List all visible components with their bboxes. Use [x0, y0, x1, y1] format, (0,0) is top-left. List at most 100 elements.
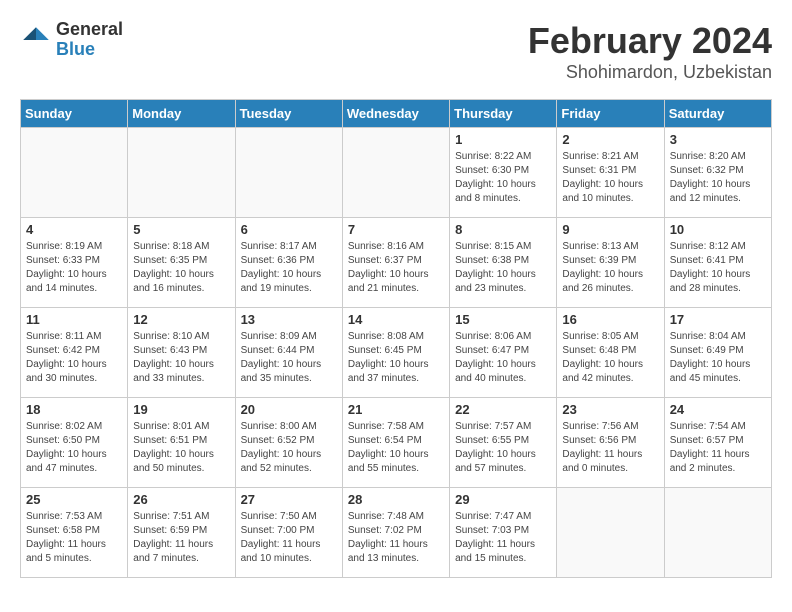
calendar-cell: 25Sunrise: 7:53 AM Sunset: 6:58 PM Dayli… [21, 488, 128, 578]
day-number: 20 [241, 402, 337, 417]
day-number: 1 [455, 132, 551, 147]
day-number: 7 [348, 222, 444, 237]
day-number: 16 [562, 312, 658, 327]
location: Shohimardon, Uzbekistan [528, 62, 772, 83]
day-info: Sunrise: 7:50 AM Sunset: 7:00 PM Dayligh… [241, 510, 337, 566]
day-number: 25 [26, 492, 122, 507]
day-info: Sunrise: 8:15 AM Sunset: 6:38 PM Dayligh… [455, 240, 551, 296]
day-number: 5 [133, 222, 229, 237]
calendar-cell: 22 Sunrise: 7:57 AM Sunset: 6:55 PM Dayli… [450, 398, 557, 488]
calendar-cell: 29Sunrise: 7:47 AM Sunset: 7:03 PM Dayli… [450, 488, 557, 578]
header-monday: Monday [128, 100, 235, 128]
calendar-cell: 15 Sunrise: 8:06 AM Sunset: 6:47 PM Dayli… [450, 308, 557, 398]
day-info: Sunrise: 8:12 AM Sunset: 6:41 PM Dayligh… [670, 240, 766, 296]
header-tuesday: Tuesday [235, 100, 342, 128]
logo-icon [20, 24, 52, 56]
week-row-2: 4Sunrise: 8:19 AM Sunset: 6:33 PM Daylig… [21, 218, 772, 308]
logo: General Blue [20, 20, 123, 60]
day-info: Sunrise: 8:01 AM Sunset: 6:51 PM Dayligh… [133, 420, 229, 476]
day-info: Sunrise: 8:04 AM Sunset: 6:49 PM Dayligh… [670, 330, 766, 386]
calendar-cell [557, 488, 664, 578]
day-info: Sunrise: 8:09 AM Sunset: 6:44 PM Dayligh… [241, 330, 337, 386]
day-number: 26 [133, 492, 229, 507]
day-number: 23 [562, 402, 658, 417]
calendar-cell: 28 Sunrise: 7:48 AM Sunset: 7:02 PM Dayli… [342, 488, 449, 578]
week-row-5: 25Sunrise: 7:53 AM Sunset: 6:58 PM Dayli… [21, 488, 772, 578]
day-info: Sunrise: 8:06 AM Sunset: 6:47 PM Dayligh… [455, 330, 551, 386]
calendar-cell [664, 488, 771, 578]
day-info: Sunrise: 8:17 AM Sunset: 6:36 PM Dayligh… [241, 240, 337, 296]
day-number: 9 [562, 222, 658, 237]
calendar-cell: 17Sunrise: 8:04 AM Sunset: 6:49 PM Dayli… [664, 308, 771, 398]
day-number: 10 [670, 222, 766, 237]
day-info: Sunrise: 8:08 AM Sunset: 6:45 PM Dayligh… [348, 330, 444, 386]
logo-text: General Blue [56, 20, 123, 60]
day-info: Sunrise: 8:21 AM Sunset: 6:31 PM Dayligh… [562, 150, 658, 206]
day-info: Sunrise: 7:51 AM Sunset: 6:59 PM Dayligh… [133, 510, 229, 566]
header-thursday: Thursday [450, 100, 557, 128]
day-number: 15 [455, 312, 551, 327]
day-info: Sunrise: 7:56 AM Sunset: 6:56 PM Dayligh… [562, 420, 658, 476]
calendar-cell: 5 Sunrise: 8:18 AM Sunset: 6:35 PM Daylig… [128, 218, 235, 308]
day-number: 22 [455, 402, 551, 417]
calendar-cell: 13 Sunrise: 8:09 AM Sunset: 6:44 PM Dayli… [235, 308, 342, 398]
calendar-header-row: SundayMondayTuesdayWednesdayThursdayFrid… [21, 100, 772, 128]
calendar-cell: 26 Sunrise: 7:51 AM Sunset: 6:59 PM Dayli… [128, 488, 235, 578]
calendar-cell [235, 128, 342, 218]
day-info: Sunrise: 7:48 AM Sunset: 7:02 PM Dayligh… [348, 510, 444, 566]
calendar-cell: 14 Sunrise: 8:08 AM Sunset: 6:45 PM Dayli… [342, 308, 449, 398]
day-number: 27 [241, 492, 337, 507]
day-number: 11 [26, 312, 122, 327]
day-info: Sunrise: 8:02 AM Sunset: 6:50 PM Dayligh… [26, 420, 122, 476]
calendar-cell: 21Sunrise: 7:58 AM Sunset: 6:54 PM Dayli… [342, 398, 449, 488]
calendar-cell: 2Sunrise: 8:21 AM Sunset: 6:31 PM Daylig… [557, 128, 664, 218]
calendar-cell: 12 Sunrise: 8:10 AM Sunset: 6:43 PM Dayli… [128, 308, 235, 398]
day-info: Sunrise: 7:57 AM Sunset: 6:55 PM Dayligh… [455, 420, 551, 476]
day-info: Sunrise: 8:10 AM Sunset: 6:43 PM Dayligh… [133, 330, 229, 386]
calendar-cell: 19 Sunrise: 8:01 AM Sunset: 6:51 PM Dayli… [128, 398, 235, 488]
day-info: Sunrise: 8:20 AM Sunset: 6:32 PM Dayligh… [670, 150, 766, 206]
day-info: Sunrise: 8:18 AM Sunset: 6:35 PM Dayligh… [133, 240, 229, 296]
calendar-cell [342, 128, 449, 218]
day-number: 12 [133, 312, 229, 327]
day-info: Sunrise: 7:58 AM Sunset: 6:54 PM Dayligh… [348, 420, 444, 476]
day-info: Sunrise: 8:22 AM Sunset: 6:30 PM Dayligh… [455, 150, 551, 206]
month-title: February 2024 [528, 20, 772, 62]
day-number: 28 [348, 492, 444, 507]
week-row-3: 11Sunrise: 8:11 AM Sunset: 6:42 PM Dayli… [21, 308, 772, 398]
header-wednesday: Wednesday [342, 100, 449, 128]
calendar-cell: 4Sunrise: 8:19 AM Sunset: 6:33 PM Daylig… [21, 218, 128, 308]
day-info: Sunrise: 8:00 AM Sunset: 6:52 PM Dayligh… [241, 420, 337, 476]
calendar-cell: 24 Sunrise: 7:54 AM Sunset: 6:57 PM Dayli… [664, 398, 771, 488]
day-number: 8 [455, 222, 551, 237]
calendar-cell: 16 Sunrise: 8:05 AM Sunset: 6:48 PM Dayli… [557, 308, 664, 398]
calendar-table: SundayMondayTuesdayWednesdayThursdayFrid… [20, 99, 772, 578]
calendar-cell: 10 Sunrise: 8:12 AM Sunset: 6:41 PM Dayli… [664, 218, 771, 308]
calendar-cell: 7 Sunrise: 8:16 AM Sunset: 6:37 PM Daylig… [342, 218, 449, 308]
day-number: 19 [133, 402, 229, 417]
day-number: 24 [670, 402, 766, 417]
day-info: Sunrise: 7:54 AM Sunset: 6:57 PM Dayligh… [670, 420, 766, 476]
week-row-4: 18 Sunrise: 8:02 AM Sunset: 6:50 PM Dayli… [21, 398, 772, 488]
day-info: Sunrise: 8:05 AM Sunset: 6:48 PM Dayligh… [562, 330, 658, 386]
day-number: 29 [455, 492, 551, 507]
day-number: 13 [241, 312, 337, 327]
calendar-cell: 20 Sunrise: 8:00 AM Sunset: 6:52 PM Dayli… [235, 398, 342, 488]
header-sunday: Sunday [21, 100, 128, 128]
calendar-cell [21, 128, 128, 218]
calendar-cell: 1 Sunrise: 8:22 AM Sunset: 6:30 PM Daylig… [450, 128, 557, 218]
calendar-cell: 18 Sunrise: 8:02 AM Sunset: 6:50 PM Dayli… [21, 398, 128, 488]
day-number: 14 [348, 312, 444, 327]
header-friday: Friday [557, 100, 664, 128]
day-info: Sunrise: 8:16 AM Sunset: 6:37 PM Dayligh… [348, 240, 444, 296]
calendar-cell: 11Sunrise: 8:11 AM Sunset: 6:42 PM Dayli… [21, 308, 128, 398]
day-number: 18 [26, 402, 122, 417]
calendar-cell: 9Sunrise: 8:13 AM Sunset: 6:39 PM Daylig… [557, 218, 664, 308]
calendar-cell: 8 Sunrise: 8:15 AM Sunset: 6:38 PM Daylig… [450, 218, 557, 308]
header-saturday: Saturday [664, 100, 771, 128]
calendar-cell [128, 128, 235, 218]
week-row-1: 1 Sunrise: 8:22 AM Sunset: 6:30 PM Daylig… [21, 128, 772, 218]
day-number: 4 [26, 222, 122, 237]
day-number: 3 [670, 132, 766, 147]
title-section: February 2024 Shohimardon, Uzbekistan [528, 20, 772, 83]
